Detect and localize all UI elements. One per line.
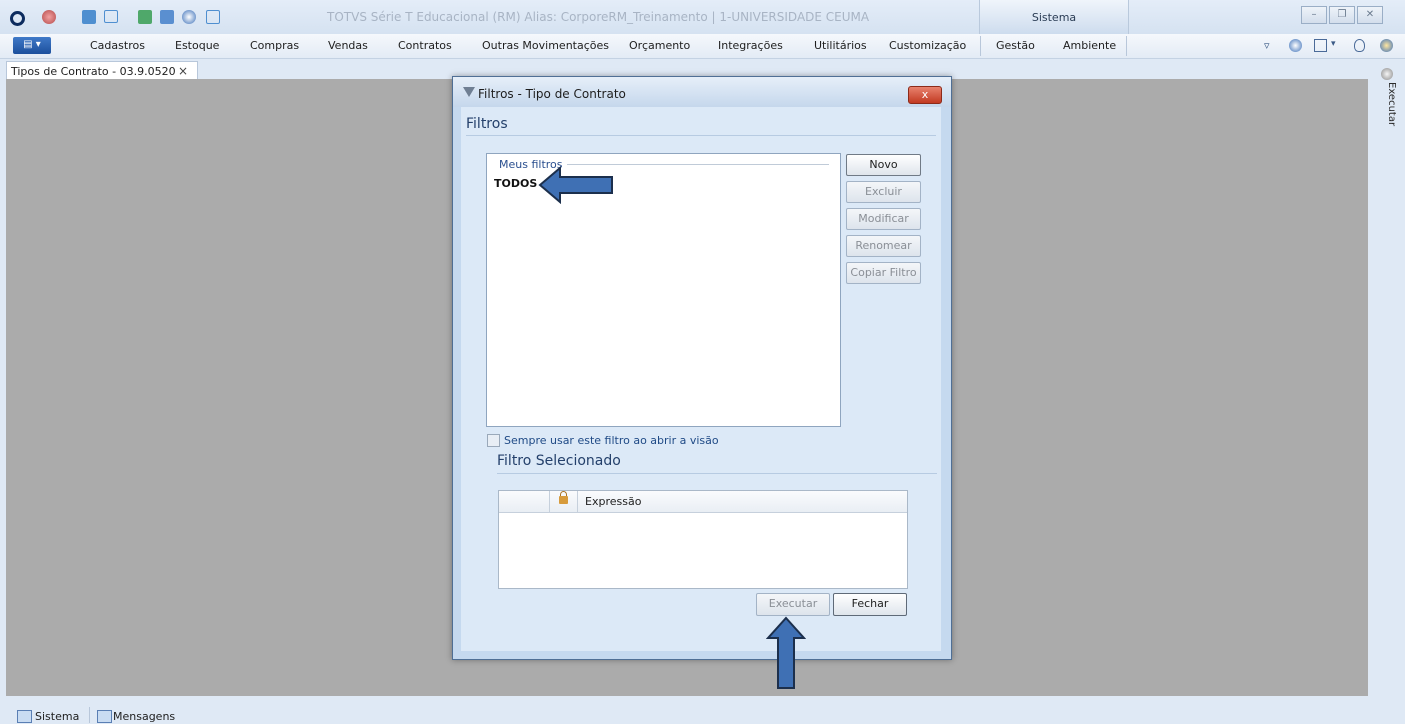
save-icon[interactable] bbox=[82, 10, 96, 24]
menu-outras-movimentacoes[interactable]: Outras Movimentações bbox=[482, 39, 609, 52]
excluir-button[interactable]: Excluir bbox=[846, 181, 921, 203]
filters-heading: Filtros bbox=[466, 116, 508, 132]
menu-estoque[interactable]: Estoque bbox=[175, 39, 219, 52]
heading-divider bbox=[466, 135, 936, 136]
selected-filter-heading: Filtro Selecionado bbox=[497, 453, 621, 469]
dialog-title-bar[interactable]: Filtros - Tipo de Contrato x bbox=[453, 77, 951, 107]
close-window-button[interactable]: ✕ bbox=[1357, 6, 1383, 24]
menu-ambiente[interactable]: Ambiente bbox=[1063, 39, 1116, 52]
lightbulb-icon[interactable] bbox=[1354, 39, 1365, 52]
menu-separator bbox=[1126, 36, 1127, 56]
menu-cadastros[interactable]: Cadastros bbox=[90, 39, 145, 52]
lock-icon bbox=[559, 496, 568, 504]
gear-icon[interactable] bbox=[1381, 68, 1393, 80]
menu-customizacao[interactable]: Customização bbox=[889, 39, 966, 52]
menu-integracoes[interactable]: Integrações bbox=[718, 39, 783, 52]
globe-icon[interactable] bbox=[42, 10, 56, 24]
context-tab-sistema[interactable]: Sistema bbox=[979, 0, 1129, 34]
menu-gestao[interactable]: Gestão bbox=[996, 39, 1035, 52]
close-icon[interactable]: × bbox=[178, 64, 188, 78]
annotation-arrow-left bbox=[538, 166, 613, 204]
list-item[interactable]: TODOS bbox=[494, 177, 537, 190]
filter-icon bbox=[463, 87, 475, 97]
monitor-icon[interactable] bbox=[17, 710, 32, 723]
copiar-filtro-button[interactable]: Copiar Filtro bbox=[846, 262, 921, 284]
report-icon[interactable] bbox=[138, 10, 152, 24]
dropdown-arrow-icon[interactable]: ▾ bbox=[1331, 39, 1344, 52]
chevron-down-icon[interactable]: ▿ bbox=[1264, 39, 1277, 52]
layout-icon[interactable] bbox=[1314, 39, 1327, 52]
dialog-close-button[interactable]: x bbox=[908, 86, 942, 104]
menu-vendas[interactable]: Vendas bbox=[328, 39, 368, 52]
column-separator bbox=[577, 491, 578, 512]
status-bar bbox=[0, 700, 1405, 724]
document-tab-label: Tipos de Contrato - 03.9.0520 bbox=[11, 65, 176, 78]
always-use-filter-label[interactable]: Sempre usar este filtro ao abrir a visão bbox=[504, 434, 719, 447]
side-panel bbox=[1378, 64, 1405, 696]
column-separator bbox=[549, 491, 550, 512]
novo-button[interactable]: Novo bbox=[846, 154, 921, 176]
menu-separator bbox=[980, 36, 981, 56]
refresh-icon[interactable] bbox=[182, 10, 196, 24]
fechar-button[interactable]: Fechar bbox=[833, 593, 907, 616]
refresh-icon[interactable] bbox=[1289, 39, 1302, 52]
heading-divider bbox=[497, 473, 937, 474]
tools-icon[interactable] bbox=[160, 10, 174, 24]
status-separator bbox=[89, 707, 90, 723]
window-title: TOTVS Série T Educacional (RM) Alias: Co… bbox=[327, 10, 870, 24]
executar-button[interactable]: Executar bbox=[756, 593, 830, 616]
window-icon[interactable] bbox=[104, 10, 118, 23]
restore-button[interactable]: ❐ bbox=[1329, 6, 1355, 24]
status-sistema[interactable]: Sistema bbox=[35, 710, 79, 723]
menu-compras[interactable]: Compras bbox=[250, 39, 299, 52]
menu-orcamento[interactable]: Orçamento bbox=[629, 39, 690, 52]
pages-icon[interactable] bbox=[206, 10, 220, 24]
app-menu-button[interactable]: ▤ ▾ bbox=[13, 37, 51, 54]
dialog-title: Filtros - Tipo de Contrato bbox=[478, 87, 626, 101]
document-tab[interactable]: Tipos de Contrato - 03.9.0520 × bbox=[6, 61, 198, 80]
status-mensagens[interactable]: Mensagens bbox=[113, 710, 175, 723]
help-icon[interactable] bbox=[1380, 39, 1393, 52]
expression-column-header[interactable]: Expressão bbox=[585, 495, 641, 508]
menu-contratos[interactable]: Contratos bbox=[398, 39, 452, 52]
filters-dialog: Filtros - Tipo de Contrato x Filtros Meu… bbox=[452, 76, 952, 660]
side-executar-label[interactable]: Executar bbox=[1386, 82, 1397, 126]
menu-utilitarios[interactable]: Utilitários bbox=[814, 39, 867, 52]
minimize-button[interactable]: – bbox=[1301, 6, 1327, 24]
dialog-body: Filtros Meus filtros TODOS Novo Excluir … bbox=[461, 107, 941, 651]
annotation-arrow-up bbox=[766, 616, 806, 689]
renomear-button[interactable]: Renomear bbox=[846, 235, 921, 257]
modificar-button[interactable]: Modificar bbox=[846, 208, 921, 230]
always-use-filter-checkbox[interactable] bbox=[487, 434, 500, 447]
messages-icon[interactable] bbox=[97, 710, 112, 723]
expression-grid[interactable]: Expressão bbox=[498, 490, 908, 589]
app-logo-icon[interactable] bbox=[10, 11, 25, 26]
grid-header: Expressão bbox=[499, 491, 907, 513]
